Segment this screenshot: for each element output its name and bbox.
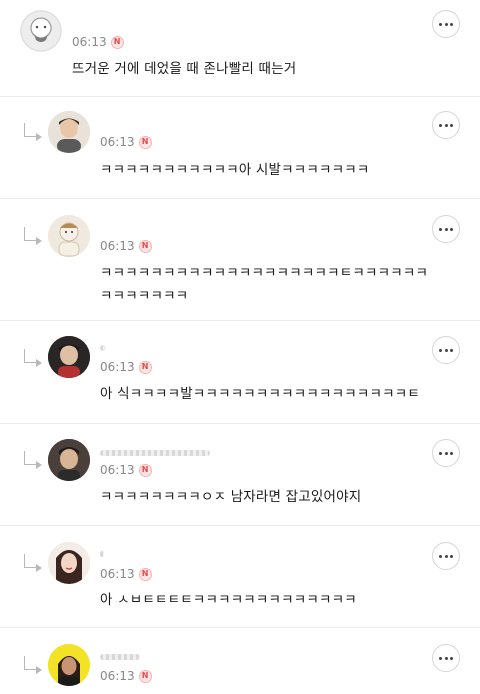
- reply-item: 06:13 N 아 식ㅋㅋㅋㅋ발ㅋㅋㅋㅋㅋㅋㅋㅋㅋㅋㅋㅋㅋㅋㅋㅋㅋㅌ: [0, 321, 480, 424]
- username: [100, 551, 104, 557]
- timestamp: 06:13: [100, 669, 135, 683]
- username: [100, 654, 140, 660]
- reply-item: 06:13 N ㅋㅋㅋㅋㅋㅋㅋㅋㅋㅋㅋㅋㅋㅋㅋㅋㅋㅋㅋㅌㅋㅋㅋㅋㅋㅋ ㅋㅋㅋㅋㅋ…: [0, 199, 480, 321]
- comment-text: 뜨거운 거에 데었을 때 존나빨리 때는거: [72, 61, 297, 77]
- timestamp: 06:13: [72, 35, 107, 49]
- reply-item: 06:13 N 아 ㅅㅂㅌㅌㅌㅌㅋㅋㅋㅋㅋㅋㅋㅋㅋㅋㅋㅋㅋ: [0, 526, 480, 628]
- timestamp: 06:13: [100, 135, 135, 149]
- more-options-button[interactable]: [432, 439, 460, 467]
- comment-text: ㅋㅋㅋㅋㅋㅋㅋㅋㅋㅋㅋ아 시발ㅋㅋㅋㅋㅋㅋㅋ: [100, 162, 370, 178]
- reply-item: 06:13 N ㅋㅋㅋㅋㅋㅋㅋㅋㅇㅈ 남자라면 잡고있어야지: [0, 424, 480, 526]
- reply-item: 06:13 N ㅋㅋㅋㅋㅋㅋㅋㅋㅋㅋㅋ아 시발ㅋㅋㅋㅋㅋㅋㅋ: [0, 97, 480, 199]
- timestamp: 06:13: [100, 239, 135, 253]
- username: [100, 450, 210, 456]
- more-options-button[interactable]: [432, 111, 460, 139]
- user-avatar[interactable]: [48, 542, 90, 584]
- user-avatar[interactable]: [48, 111, 90, 153]
- comment-meta: 06:13 N: [100, 669, 152, 683]
- user-avatar[interactable]: [48, 215, 90, 257]
- timestamp: 06:13: [100, 360, 135, 374]
- reply-arrow-icon: [24, 349, 42, 367]
- reply-arrow-icon: [24, 227, 42, 245]
- user-avatar[interactable]: [48, 439, 90, 481]
- user-avatar[interactable]: [48, 644, 90, 686]
- comment-text: 아 식ㅋㅋㅋㅋ발ㅋㅋㅋㅋㅋㅋㅋㅋㅋㅋㅋㅋㅋㅋㅋㅋㅋㅌ: [100, 386, 420, 402]
- timestamp: 06:13: [100, 567, 135, 581]
- username: [100, 345, 106, 351]
- new-badge: N: [138, 567, 152, 581]
- reply-arrow-icon: [24, 123, 42, 141]
- reply-arrow-icon: [24, 656, 42, 674]
- more-options-button[interactable]: [432, 10, 460, 38]
- comment-text: ㅋㅋㅋㅋㅋㅋㅋㅋㅋㅋㅋㅋㅋㅋㅋㅋㅋㅋㅋㅌㅋㅋㅋㅋㅋㅋ: [100, 265, 429, 281]
- comment-meta: 06:13 N: [100, 360, 152, 374]
- new-badge: N: [138, 463, 152, 477]
- comment-meta: 06:13 N: [100, 567, 152, 581]
- comment-meta: 06:13 N: [100, 239, 152, 253]
- new-badge: N: [138, 239, 152, 253]
- user-avatar[interactable]: [48, 336, 90, 378]
- reply-arrow-icon: [24, 451, 42, 469]
- more-options-button[interactable]: [432, 542, 460, 570]
- timestamp: 06:13: [100, 463, 135, 477]
- new-badge: N: [138, 135, 152, 149]
- reply-arrow-icon: [24, 554, 42, 572]
- comment-text-line2: ㅋㅋㅋㅋㅋㅋㅋ: [100, 288, 189, 304]
- new-badge: N: [138, 360, 152, 374]
- default-avatar-icon[interactable]: [20, 10, 62, 52]
- comment-text: ㅋㅋㅋㅋㅋㅋㅋㅋㅇㅈ 남자라면 잡고있어야지: [100, 489, 362, 505]
- comment-meta: 06:13 N: [100, 135, 152, 149]
- comment-item: 06:13 N 뜨거운 거에 데었을 때 존나빨리 때는거: [0, 0, 480, 97]
- new-badge: N: [138, 669, 152, 683]
- more-options-button[interactable]: [432, 336, 460, 364]
- new-badge: N: [110, 35, 124, 49]
- reply-item: 06:13 N: [0, 628, 480, 694]
- more-options-button[interactable]: [432, 215, 460, 243]
- comment-meta: 06:13 N: [100, 463, 152, 477]
- more-options-button[interactable]: [432, 644, 460, 672]
- comment-meta: 06:13 N: [72, 35, 124, 49]
- comment-text: 아 ㅅㅂㅌㅌㅌㅌㅋㅋㅋㅋㅋㅋㅋㅋㅋㅋㅋㅋㅋ: [100, 592, 357, 608]
